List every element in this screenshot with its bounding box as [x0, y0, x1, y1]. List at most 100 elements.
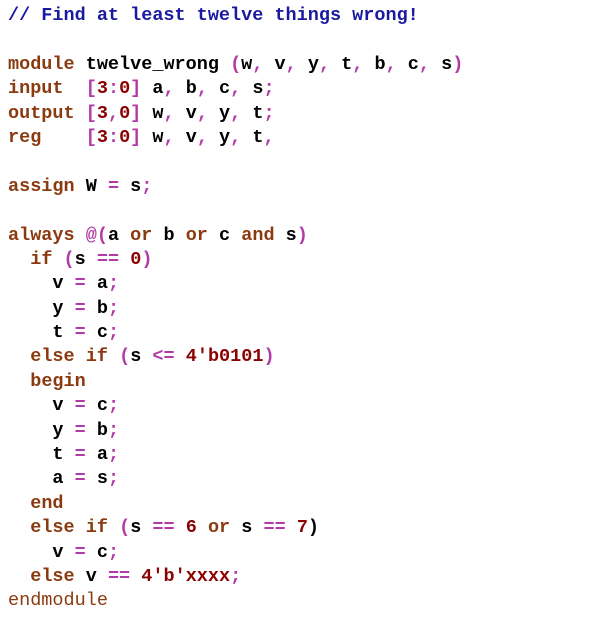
code-line: begin — [8, 370, 588, 394]
code-token: if — [30, 248, 53, 270]
code-token: : — [107, 126, 120, 148]
code-token: b — [152, 224, 186, 246]
code-token: ) — [307, 517, 320, 539]
code-token: else — [30, 565, 75, 587]
code-token: ] — [130, 78, 142, 100]
code-line: endmodule — [8, 589, 588, 613]
code-token: a — [85, 273, 108, 295]
code-token: b — [85, 297, 108, 319]
code-token: s — [230, 517, 264, 539]
code-token: ( — [119, 517, 131, 539]
code-token: else — [30, 346, 75, 368]
code-listing: // Find at least twelve things wrong!​mo… — [8, 4, 588, 614]
code-line: module twelve_wrong (w, v, y, t, b, c, s… — [8, 53, 588, 77]
code-token: , — [107, 102, 120, 124]
code-token: and — [241, 224, 275, 246]
code-token: y — [207, 126, 231, 148]
code-token: ] — [130, 126, 142, 148]
code-token: , — [230, 78, 242, 100]
code-token: , — [196, 102, 208, 124]
code-token: , — [385, 53, 397, 75]
code-line: else if (s == 6 or s == 7) — [8, 516, 588, 540]
code-token: t — [8, 444, 75, 466]
code-token: = — [74, 297, 86, 319]
code-token: : — [107, 78, 120, 100]
code-token: a — [107, 224, 131, 246]
code-line: v = c; — [8, 541, 588, 565]
code-token: b — [85, 419, 108, 441]
code-token: = — [74, 468, 86, 490]
code-token: s — [274, 224, 297, 246]
code-token: w — [141, 126, 164, 148]
code-token: t — [241, 126, 264, 148]
code-token: v — [74, 565, 108, 587]
code-token: <= — [152, 346, 175, 368]
code-token: , — [196, 126, 208, 148]
code-token: begin — [30, 370, 86, 392]
code-token: , — [285, 53, 297, 75]
code-token: or — [185, 224, 208, 246]
code-token: c — [207, 224, 242, 246]
code-token: y — [8, 419, 75, 441]
code-token: == — [107, 565, 131, 587]
code-token: , — [230, 126, 242, 148]
code-token: reg — [8, 126, 42, 148]
code-token: ) — [263, 346, 275, 368]
code-token: 0 — [119, 102, 131, 124]
code-token: ) — [452, 53, 464, 75]
code-line: t = c; — [8, 321, 588, 345]
code-token: or — [130, 224, 153, 246]
code-token: 3 — [96, 102, 108, 124]
code-token: s — [119, 175, 142, 197]
code-token: ; — [107, 322, 120, 344]
code-token: 6 — [185, 517, 197, 539]
code-token: s — [130, 517, 153, 539]
code-line: ​ — [8, 28, 588, 52]
code-token: c — [85, 541, 108, 563]
code-token: W — [74, 175, 108, 197]
code-token: end — [30, 492, 64, 514]
code-token: b — [174, 78, 197, 100]
code-token: v — [174, 126, 197, 148]
code-token: ) — [141, 248, 153, 270]
code-token: module — [8, 53, 75, 75]
code-line: t = a; — [8, 443, 588, 467]
code-token: = — [74, 419, 86, 441]
code-token: @ — [85, 224, 97, 246]
code-token: or — [207, 517, 231, 539]
code-token: ; — [107, 468, 120, 490]
code-token: , — [163, 78, 175, 100]
code-token: , — [252, 53, 264, 75]
code-token: ; — [107, 395, 120, 417]
code-line: output [3,0] w, v, y, t; — [8, 102, 588, 126]
code-line: // Find at least twelve things wrong! — [8, 4, 588, 28]
code-token: v — [263, 53, 286, 75]
code-token: ; — [263, 78, 275, 100]
code-token: ] — [130, 102, 142, 124]
code-token: ; — [141, 175, 153, 197]
code-token: v — [174, 102, 197, 124]
code-token: s — [130, 346, 153, 368]
code-token: 4'b'xxxx — [141, 565, 231, 587]
code-line: assign W = s; — [8, 175, 588, 199]
code-token: == — [263, 517, 286, 539]
code-token: w — [241, 53, 253, 75]
code-token: , — [163, 126, 175, 148]
code-token: ; — [230, 565, 242, 587]
code-token: output — [8, 102, 75, 124]
code-line: input [3:0] a, b, c, s; — [8, 77, 588, 101]
code-token: ( — [230, 53, 242, 75]
code-token: ; — [107, 419, 120, 441]
code-token: = — [74, 395, 86, 417]
code-token: // Find at least twelve things wrong! — [8, 5, 419, 26]
